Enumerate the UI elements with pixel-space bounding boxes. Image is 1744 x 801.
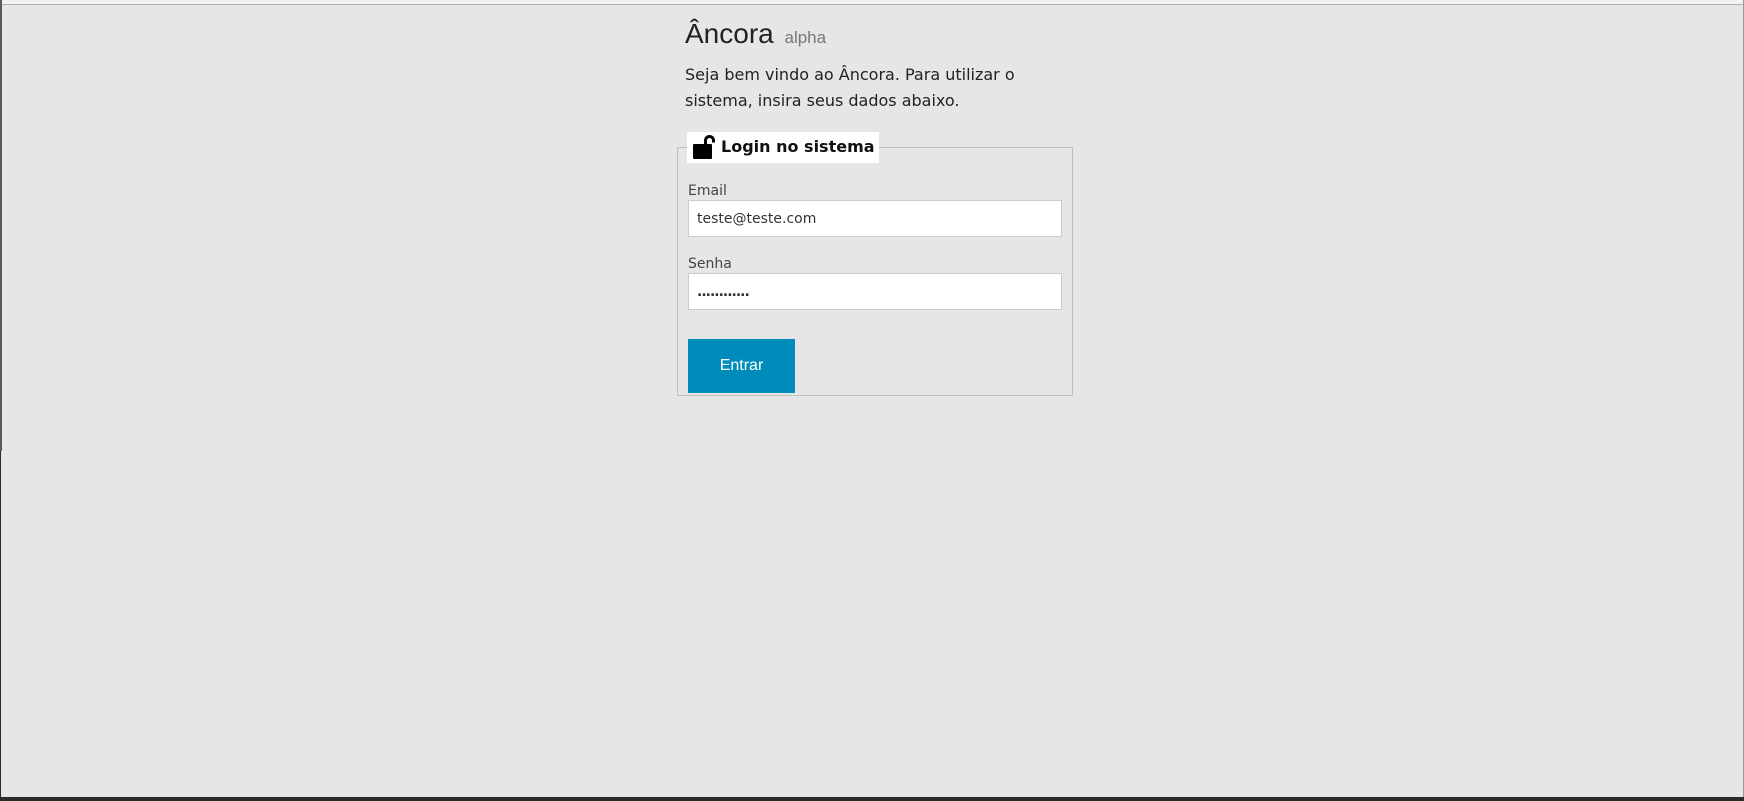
email-field[interactable] bbox=[688, 200, 1062, 237]
window-bottom-border bbox=[0, 797, 1744, 801]
window-left-border-lower bbox=[0, 451, 1, 801]
login-legend-label: Login no sistema bbox=[721, 137, 875, 156]
login-form: Login no sistema Email Senha Entrar bbox=[677, 132, 1073, 396]
login-submit-button[interactable]: Entrar bbox=[688, 339, 795, 393]
window-left-border bbox=[0, 0, 2, 451]
unlocked-padlock-icon bbox=[691, 134, 715, 160]
window-top-border bbox=[0, 0, 1744, 5]
version-badge: alpha bbox=[784, 28, 827, 47]
password-label: Senha bbox=[688, 256, 732, 272]
page-header: Âncora alpha Seja bem vindo ao Âncora. P… bbox=[685, 14, 1075, 114]
app-name: Âncora bbox=[685, 18, 774, 49]
password-field[interactable] bbox=[688, 273, 1062, 310]
welcome-message: Seja bem vindo ao Âncora. Para utilizar … bbox=[685, 65, 1015, 110]
email-label: Email bbox=[688, 183, 727, 199]
login-legend: Login no sistema bbox=[687, 132, 879, 163]
page-title: Âncora alpha bbox=[685, 14, 1075, 58]
